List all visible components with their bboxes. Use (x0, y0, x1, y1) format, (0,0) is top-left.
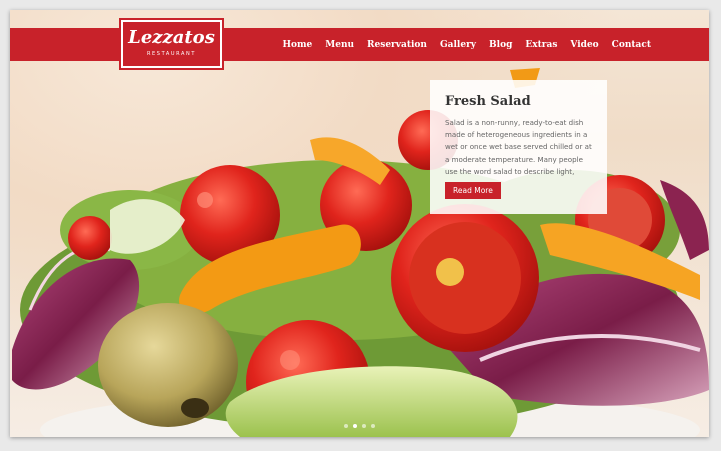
slide-title: Fresh Salad (445, 94, 531, 109)
slider-dot[interactable] (362, 424, 366, 428)
hero-slider (10, 10, 709, 437)
nav-reservation[interactable]: Reservation (361, 40, 434, 50)
slider-dot[interactable] (371, 424, 375, 428)
main-menu: Home Menu Reservation Gallery Blog Extra… (276, 28, 658, 61)
salad-bowl-photo (12, 68, 709, 437)
slider-dot-active[interactable] (353, 424, 357, 428)
nav-home[interactable]: Home (276, 40, 319, 50)
nav-extras[interactable]: Extras (519, 40, 564, 50)
nav-gallery[interactable]: Gallery (433, 40, 482, 50)
browser-frame: Lezzatos RESTAURANT Home Menu Reservatio… (10, 10, 709, 437)
nav-contact[interactable]: Contact (605, 40, 657, 50)
slide-description: Salad is a non-runny, ready-to-eat dish … (445, 118, 592, 176)
read-more-button[interactable]: Read More (445, 182, 501, 199)
slider-pagination (344, 424, 375, 428)
brand-name: Lezzatos (128, 27, 215, 48)
nav-menu[interactable]: Menu (319, 40, 361, 50)
brand-tagline: RESTAURANT (146, 51, 197, 57)
brand-logo[interactable]: Lezzatos RESTAURANT (121, 20, 222, 68)
slide-caption-card: Fresh Salad Salad is a non-runny, ready-… (430, 80, 607, 214)
nav-video[interactable]: Video (564, 40, 605, 50)
slider-dot[interactable] (344, 424, 348, 428)
nav-blog[interactable]: Blog (483, 40, 519, 50)
